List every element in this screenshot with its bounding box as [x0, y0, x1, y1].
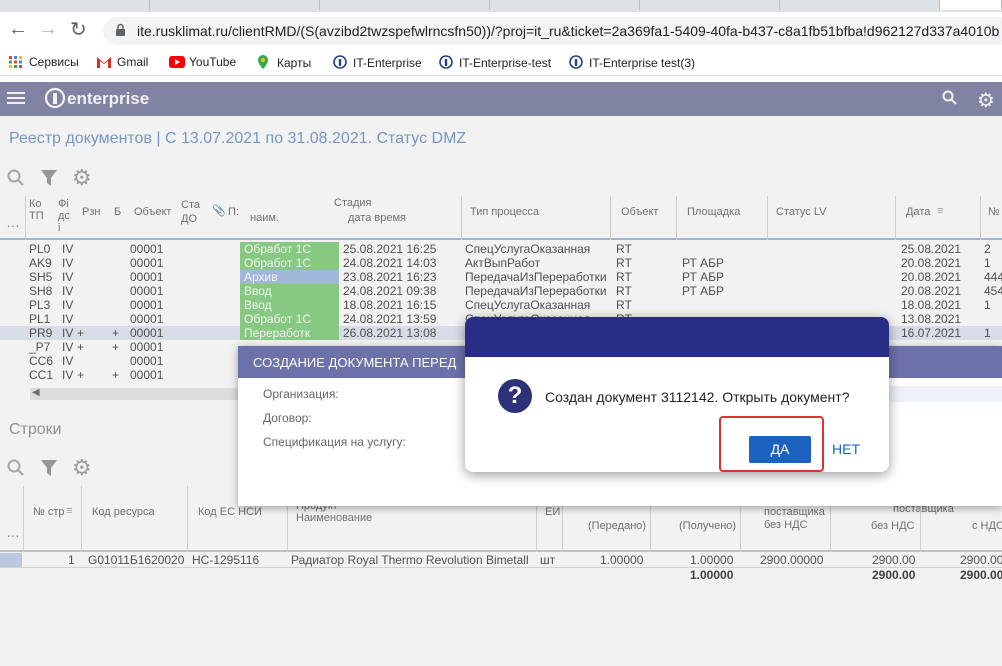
- confirm-message: Создан документ 3112142. Открыть докумен…: [545, 389, 850, 405]
- browser-tab-active[interactable]: [940, 0, 1002, 10]
- browser-tab[interactable]: [640, 0, 780, 10]
- browser-toolbar: ← → ↻ ite.rusklimat.ru/clientRMD/(S(avzi…: [0, 12, 1002, 49]
- bookmark-maps[interactable]: Карты: [257, 55, 311, 70]
- organization-field[interactable]: [888, 386, 1002, 402]
- contract-label: Договор:: [263, 411, 312, 425]
- apps-icon: [9, 56, 23, 68]
- no-button[interactable]: НЕТ: [832, 441, 860, 457]
- bookmarks-bar: Сервисы Gmail YouTube Карты IT-Enterpris…: [0, 49, 1002, 76]
- dialog-title: СОЗДАНИЕ ДОКУМЕНТА ПЕРЕД: [253, 355, 457, 370]
- url-text: ite.rusklimat.ru/clientRMD/(S(avzibd2twz…: [137, 23, 1000, 39]
- it-enterprise-icon: [569, 55, 583, 69]
- browser-tab[interactable]: [150, 0, 320, 10]
- maps-icon: [257, 55, 271, 69]
- bookmark-label: Gmail: [117, 55, 149, 69]
- bookmark-label: Сервисы: [29, 55, 79, 69]
- organization-label: Организация:: [263, 387, 339, 401]
- back-icon[interactable]: ←: [8, 18, 28, 41]
- forward-icon[interactable]: →: [38, 18, 58, 41]
- it-enterprise-icon: [333, 55, 347, 69]
- bookmark-label: Карты: [277, 56, 312, 70]
- bookmark-label: IT-Enterprise: [353, 56, 422, 70]
- browser-tab[interactable]: [490, 0, 640, 10]
- bookmark-services[interactable]: Сервисы: [9, 55, 79, 69]
- bookmark-gmail[interactable]: Gmail: [97, 55, 148, 69]
- bookmark-it-enterprise-test3[interactable]: IT-Enterprise test(3): [569, 55, 695, 70]
- browser-tab[interactable]: [0, 0, 150, 10]
- browser-tab[interactable]: [780, 0, 940, 10]
- bookmark-it-enterprise-test[interactable]: IT-Enterprise-test: [439, 55, 551, 70]
- question-icon: ?: [498, 379, 532, 413]
- bookmark-label: IT-Enterprise-test: [459, 56, 552, 70]
- bookmark-label: YouTube: [189, 55, 237, 69]
- confirm-dialog: ? Создан документ 3112142. Открыть докум…: [465, 317, 889, 472]
- browser-tab-strip: [0, 0, 1002, 12]
- dialog-header: [465, 317, 889, 357]
- reload-icon[interactable]: ↻: [70, 17, 87, 42]
- youtube-icon: [169, 56, 185, 68]
- bookmark-label: IT-Enterprise test(3): [589, 56, 696, 70]
- address-bar[interactable]: ite.rusklimat.ru/clientRMD/(S(avzibd2twz…: [103, 17, 1002, 45]
- lock-icon: [115, 23, 126, 36]
- it-enterprise-icon: [439, 55, 453, 69]
- browser-tab[interactable]: [320, 0, 490, 10]
- bookmark-it-enterprise[interactable]: IT-Enterprise: [333, 55, 422, 70]
- bookmark-youtube[interactable]: YouTube: [169, 55, 236, 69]
- gmail-icon: [97, 56, 111, 68]
- yes-button[interactable]: ДА: [749, 436, 811, 463]
- service-spec-label: Спецификация на услугу:: [263, 435, 406, 449]
